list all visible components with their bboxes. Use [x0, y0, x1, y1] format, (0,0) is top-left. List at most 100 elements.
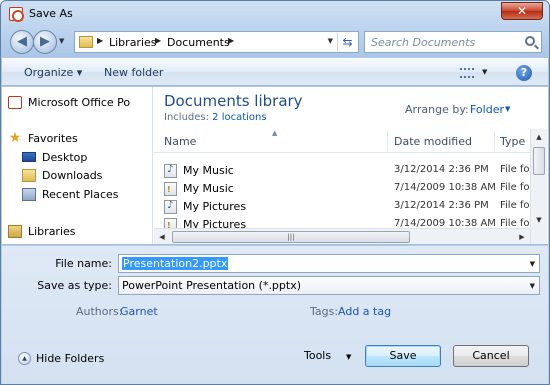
chevron-right-icon[interactable]: ▶: [97, 36, 103, 45]
chevron-right-icon[interactable]: ▶: [155, 36, 161, 45]
breadcrumb-documents[interactable]: Documents: [167, 36, 230, 49]
address-dropdown-icon[interactable]: ▼: [328, 37, 333, 45]
window-title: Save As: [29, 7, 73, 20]
save-as-type-value: PowerPoint Presentation (*.pptx): [122, 279, 302, 292]
includes-locations-link[interactable]: 2 locations: [212, 112, 266, 123]
tags-label: Tags:: [310, 305, 339, 318]
arrange-dropdown-icon[interactable]: ▼: [505, 105, 510, 113]
shortcut-folder-icon: [164, 164, 177, 178]
save-as-type-select[interactable]: PowerPoint Presentation (*.pptx) ▼: [118, 276, 540, 295]
view-dropdown-icon[interactable]: ▼: [482, 68, 487, 76]
file-row[interactable]: My Music 7/14/2009 10:38 AM File folder: [154, 180, 530, 198]
title-bar: Save As ✕: [1, 1, 549, 27]
column-date-modified[interactable]: Date modified: [394, 135, 472, 148]
address-row: ◀ ▶ ▼ ▶ Libraries ▶ Documents ▶ ▼ ⇆ Sear…: [1, 29, 549, 55]
shortcut-folder-icon: [164, 200, 177, 214]
downloads-folder-icon: [22, 169, 36, 182]
file-name-field[interactable]: Presentation2.pptx ▼: [118, 254, 540, 273]
arrange-by-label: Arrange by:: [405, 103, 469, 116]
libraries-icon: [8, 225, 22, 238]
nav-item-label: Libraries: [28, 225, 76, 238]
powerpoint-icon: [8, 96, 22, 109]
library-includes: Includes: 2 locations: [164, 112, 267, 123]
library-title: Documents library: [164, 92, 303, 110]
nav-item-label: Microsoft Office Po: [28, 96, 131, 109]
scroll-down-icon[interactable]: ▼: [531, 212, 547, 228]
file-name: My Pictures: [183, 200, 247, 213]
column-divider[interactable]: [494, 131, 495, 151]
close-button[interactable]: ✕: [501, 2, 543, 20]
tags-value[interactable]: Add a tag: [338, 305, 391, 318]
scroll-left-icon[interactable]: ◀: [154, 229, 170, 245]
nav-item-label: Desktop: [42, 151, 88, 164]
command-toolbar: Organize ▾ New folder ▼ ?: [2, 58, 548, 86]
column-header: ▲ Name Date modified Type: [154, 129, 530, 153]
file-type: File folder: [500, 164, 530, 175]
nav-item-label: Favorites: [28, 132, 78, 145]
refresh-icon: ⇆: [342, 35, 353, 49]
address-bar[interactable]: ▶ Libraries ▶ Documents ▶ ▼ ⇆: [74, 31, 359, 53]
cancel-button[interactable]: Cancel: [453, 345, 529, 367]
file-name: My Music: [183, 182, 234, 195]
recent-pages-dropdown-icon[interactable]: ▼: [59, 37, 64, 45]
file-date: 3/12/2014 2:36 PM: [394, 200, 489, 211]
powerpoint-app-icon: [9, 7, 24, 22]
file-date: 7/14/2009 10:38 AM: [394, 218, 496, 228]
refresh-button[interactable]: ⇆: [337, 33, 357, 51]
organize-button[interactable]: Organize ▾: [24, 66, 82, 79]
collapse-up-icon: ▲: [18, 352, 31, 365]
restricted-folder-icon: [164, 182, 177, 196]
restricted-folder-icon: [164, 218, 177, 228]
scroll-up-icon[interactable]: ▲: [531, 129, 547, 145]
scroll-thumb[interactable]: |||: [172, 231, 410, 243]
nav-item-label: Recent Places: [42, 188, 119, 201]
navigation-pane: Microsoft Office Po ★ Favorites Desktop …: [2, 87, 153, 244]
hide-folders-label: Hide Folders: [36, 352, 105, 365]
search-icon[interactable]: [525, 36, 535, 46]
search-input[interactable]: Search Documents: [364, 31, 542, 53]
column-divider[interactable]: [387, 131, 388, 151]
column-type[interactable]: Type: [500, 135, 525, 148]
recent-places-icon: [22, 188, 36, 201]
file-type: File folder: [500, 182, 530, 193]
horizontal-scrollbar[interactable]: ◀ ||| ▶: [154, 228, 530, 244]
vertical-scrollbar[interactable]: ▲ ▼: [530, 129, 547, 244]
scroll-thumb[interactable]: [533, 147, 545, 175]
file-type: File folder: [500, 218, 530, 228]
back-button[interactable]: ◀: [10, 30, 34, 54]
file-date: 7/14/2009 10:38 AM: [394, 182, 496, 193]
search-placeholder: Search Documents: [371, 36, 476, 49]
tools-dropdown-icon[interactable]: ▼: [346, 353, 351, 361]
chevron-right-icon[interactable]: ▶: [228, 36, 234, 45]
help-icon[interactable]: ?: [516, 65, 532, 81]
authors-value[interactable]: Garnet: [120, 305, 158, 318]
arrange-by-dropdown[interactable]: Folder: [470, 103, 504, 116]
scroll-right-icon[interactable]: ▶: [514, 229, 530, 245]
column-name[interactable]: Name: [164, 135, 196, 148]
chevron-down-icon[interactable]: ▼: [530, 260, 535, 268]
save-as-type-label: Save as type:: [37, 279, 112, 292]
file-row[interactable]: My Music 3/12/2014 2:36 PM File folder: [154, 162, 530, 180]
arrow-left-icon: ◀: [17, 34, 27, 49]
authors-label: Authors:: [76, 305, 123, 318]
tools-menu[interactable]: Tools: [304, 349, 331, 362]
browser-pane: Microsoft Office Po ★ Favorites Desktop …: [2, 87, 548, 245]
nav-item-label: Downloads: [42, 169, 103, 182]
file-row[interactable]: My Pictures 7/14/2009 10:38 AM File fold…: [154, 216, 530, 228]
file-name-value: Presentation2.pptx: [122, 257, 229, 270]
desktop-icon: [22, 152, 36, 162]
save-as-dialog: Save As ✕ ◀ ▶ ▼ ▶ Libraries ▶ Documents …: [0, 0, 550, 385]
file-list-pane: Documents library Includes: 2 locations …: [154, 87, 548, 244]
sort-ascending-icon: ▲: [272, 129, 278, 137]
new-folder-button[interactable]: New folder: [104, 66, 163, 79]
save-button[interactable]: Save: [365, 345, 441, 367]
change-view-icon[interactable]: [460, 68, 474, 78]
star-icon: ★: [8, 130, 22, 146]
breadcrumb-libraries[interactable]: Libraries: [109, 36, 157, 49]
save-form: File name: Presentation2.pptx ▼ Save as …: [2, 246, 548, 384]
forward-button[interactable]: ▶: [33, 30, 57, 54]
folder-icon: [79, 36, 93, 48]
file-row[interactable]: My Pictures 3/12/2014 2:36 PM File folde…: [154, 198, 530, 216]
arrow-right-icon: ▶: [40, 34, 50, 49]
chevron-down-icon[interactable]: ▼: [530, 282, 535, 290]
